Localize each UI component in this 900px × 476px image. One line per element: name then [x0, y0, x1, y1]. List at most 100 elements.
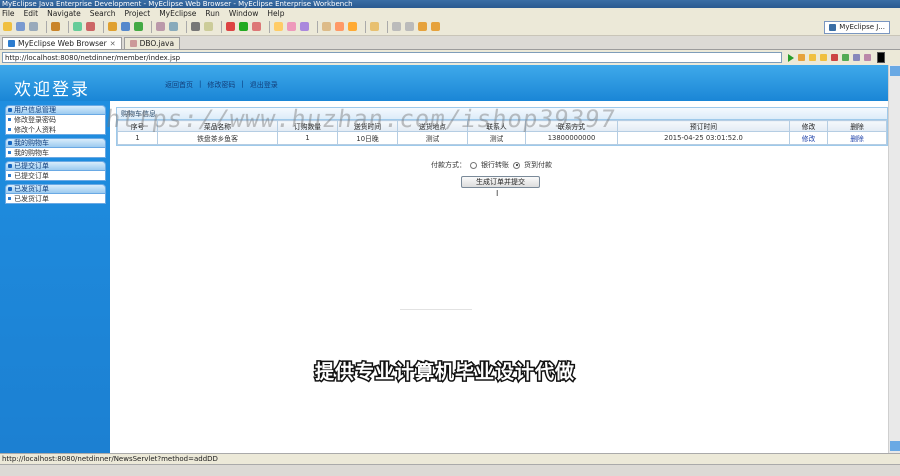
print-icon[interactable]: [29, 22, 38, 31]
sidebar-group-header[interactable]: 我的购物车: [5, 138, 106, 148]
toolbar-separator: [46, 20, 47, 33]
preview-icon[interactable]: [169, 22, 178, 31]
bottom-panel-bar: [0, 464, 900, 476]
menu-project[interactable]: Project: [125, 9, 151, 18]
bookmark-icon[interactable]: [798, 54, 805, 61]
search-icon[interactable]: [300, 22, 309, 31]
external-tools-icon[interactable]: [252, 22, 261, 31]
server-icon[interactable]: [73, 22, 82, 31]
package-icon[interactable]: [51, 22, 60, 31]
toolbar-separator: [221, 20, 222, 33]
wizard-icon[interactable]: [108, 22, 117, 31]
edit-link[interactable]: 修改: [789, 131, 828, 145]
refresh-icon[interactable]: [842, 54, 849, 61]
folder-icon[interactable]: [370, 22, 379, 31]
deploy-icon[interactable]: [86, 22, 95, 31]
logout-link[interactable]: 退出登录: [250, 80, 278, 90]
page-title: 欢迎登录: [14, 80, 90, 100]
sidebar-group-user: 用户信息管理 修改登录密码 修改个人资料: [5, 105, 106, 135]
menu-myeclipse[interactable]: MyEclipse: [159, 9, 196, 18]
sidebar-group-header[interactable]: 已发货订单: [5, 184, 106, 194]
home-link[interactable]: 返回首页: [165, 80, 193, 90]
sidebar-item-change-password[interactable]: 修改登录密码: [5, 115, 106, 125]
perspective-label: MyEclipse J...: [839, 23, 885, 31]
payment-option-label: 货到付款: [524, 161, 552, 169]
header-links: 返回首页 | 修改密码 | 退出登录: [165, 80, 278, 90]
sidebar-group-header[interactable]: 用户信息管理: [5, 105, 106, 115]
menu-window[interactable]: Window: [229, 9, 259, 18]
link-separator: |: [199, 80, 202, 88]
tab-label: DBO.java: [139, 38, 175, 48]
save-icon[interactable]: [16, 22, 25, 31]
divider: [400, 309, 472, 310]
sidebar-item-shipped-orders[interactable]: 已发货订单: [5, 194, 106, 204]
sidebar-item-submitted-orders[interactable]: 已提交订单: [5, 171, 106, 181]
cell-index: 1: [117, 131, 158, 145]
menu-edit[interactable]: Edit: [24, 9, 39, 18]
sidebar: 用户信息管理 修改登录密码 修改个人资料 我的购物车 我的购物车 已提交订单 已…: [0, 101, 110, 453]
brush-icon[interactable]: [348, 22, 357, 31]
scroll-down-arrow[interactable]: [890, 441, 900, 451]
back-icon[interactable]: [418, 22, 427, 31]
sidebar-group-shipped: 已发货订单 已发货订单: [5, 184, 106, 204]
sidebar-item-edit-profile[interactable]: 修改个人资料: [5, 125, 106, 135]
next-annotation-icon[interactable]: [392, 22, 401, 31]
close-icon[interactable]: ✕: [110, 38, 116, 50]
browser-icon[interactable]: [156, 22, 165, 31]
home-icon[interactable]: [853, 54, 860, 61]
cell-quantity: 1: [277, 131, 338, 145]
sidebar-item-cart[interactable]: 我的购物车: [5, 148, 106, 158]
sidebar-group-header[interactable]: 已提交订单: [5, 161, 106, 171]
perspective-icon: [829, 24, 837, 31]
payment-radio-cod[interactable]: [513, 161, 520, 169]
menu-file[interactable]: File: [2, 9, 15, 18]
annotation-icon[interactable]: [322, 22, 331, 31]
vertical-scrollbar[interactable]: [888, 65, 900, 453]
globe-icon[interactable]: [134, 22, 143, 31]
forward-icon[interactable]: [820, 54, 827, 61]
menu-run[interactable]: Run: [205, 9, 219, 18]
tab-dbo-java[interactable]: DBO.java: [123, 37, 181, 49]
menu-search[interactable]: Search: [90, 9, 116, 18]
table-row: 1 铁盘茶乡鱼客 1 10日晚 测试 测试 13800000000 2015-0…: [117, 131, 887, 145]
submit-order-button[interactable]: 生成订单并提交: [461, 176, 540, 188]
prev-annotation-icon[interactable]: [405, 22, 414, 31]
run-icon[interactable]: [239, 22, 248, 31]
terminal-icon[interactable]: [191, 22, 200, 31]
toolbar-separator: [68, 20, 69, 33]
back-icon[interactable]: [809, 54, 816, 61]
cell-order-time: 2015-04-25 03:01:52.0: [617, 131, 790, 145]
open-type-icon[interactable]: [274, 22, 283, 31]
debug-icon[interactable]: [226, 22, 235, 31]
stop-icon[interactable]: [831, 54, 838, 61]
edit-icon[interactable]: [335, 22, 344, 31]
tab-web-browser[interactable]: MyEclipse Web Browser ✕: [2, 37, 122, 49]
db-icon[interactable]: [121, 22, 130, 31]
open-task-icon[interactable]: [287, 22, 296, 31]
menu-navigate[interactable]: Navigate: [47, 9, 81, 18]
sidebar-group-cart: 我的购物车 我的购物车: [5, 138, 106, 158]
menu-help[interactable]: Help: [267, 9, 284, 18]
url-input[interactable]: http://localhost:8080/netdinner/member/i…: [2, 52, 782, 63]
go-icon[interactable]: [788, 53, 794, 62]
toolbar-separator: [387, 20, 388, 33]
payment-radio-bank[interactable]: [470, 161, 477, 169]
new-file-icon[interactable]: [3, 22, 12, 31]
column-header: 删除: [827, 120, 887, 132]
scroll-up-arrow[interactable]: [889, 66, 900, 76]
column-header: 预订时间: [617, 120, 790, 132]
address-bar: http://localhost:8080/netdinner/member/i…: [0, 50, 900, 65]
delete-link[interactable]: 删除: [827, 131, 887, 145]
change-password-link[interactable]: 修改密码: [207, 80, 235, 90]
window-title: MyEclipse Java Enterprise Development - …: [0, 0, 900, 8]
editor-tab-bar: MyEclipse Web Browser ✕ DBO.java: [0, 36, 900, 50]
menu-bar: File Edit Navigate Search Project MyEcli…: [0, 8, 900, 18]
cell-contact: 测试: [467, 131, 526, 145]
forward-icon[interactable]: [431, 22, 440, 31]
main-toolbar: [0, 18, 900, 36]
settings-icon[interactable]: [864, 54, 871, 61]
minimize-panel[interactable]: [877, 52, 885, 63]
toolbar-separator: [269, 20, 270, 33]
layout-icon[interactable]: [204, 22, 213, 31]
perspective-button[interactable]: MyEclipse J...: [824, 21, 890, 34]
